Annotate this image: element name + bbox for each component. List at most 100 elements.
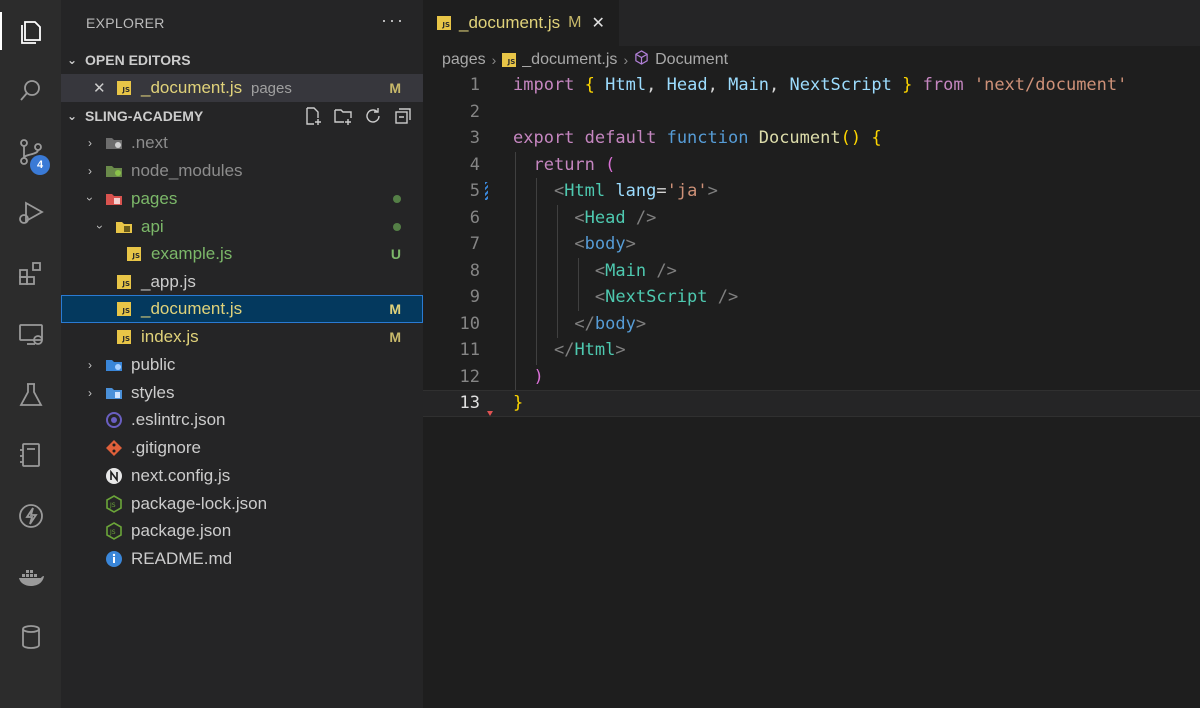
line-number: 2 bbox=[469, 101, 480, 122]
tree-file-app[interactable]: JS _app.js bbox=[61, 268, 423, 296]
line-text: <body> bbox=[574, 234, 636, 255]
line-text: <NextScript /> bbox=[594, 287, 739, 308]
tree-file-eslintrc[interactable]: .eslintrc.json bbox=[61, 406, 423, 434]
line-text: <Main /> bbox=[594, 260, 677, 281]
js-file-icon: JS bbox=[115, 328, 133, 346]
open-editors-title: OPEN EDITORS bbox=[85, 52, 191, 68]
new-file-icon[interactable] bbox=[303, 106, 323, 126]
folder-icon bbox=[105, 134, 123, 152]
breadcrumb: pages › JS _document.js › Document bbox=[442, 48, 728, 72]
nodejs-icon: JS bbox=[105, 495, 123, 513]
tree-label: README.md bbox=[131, 549, 233, 568]
tab-bar: JS _document.js M ✕ bbox=[423, 0, 1200, 46]
tree-label: next.config.js bbox=[131, 466, 231, 485]
breadcrumb-file[interactable]: _document.js bbox=[522, 51, 617, 69]
eslint-icon bbox=[105, 411, 123, 429]
tree-label: package.json bbox=[131, 521, 232, 540]
tree-folder-styles[interactable]: › styles bbox=[61, 379, 423, 407]
lightning-icon[interactable] bbox=[0, 491, 61, 541]
source-control-badge: 4 bbox=[30, 155, 50, 175]
js-file-icon: JS bbox=[115, 273, 133, 291]
chevron-right-icon: › bbox=[491, 52, 497, 68]
js-file-icon: JS bbox=[125, 245, 143, 263]
more-actions-icon[interactable]: ··· bbox=[381, 10, 405, 31]
new-folder-icon[interactable] bbox=[333, 106, 353, 126]
open-editor-folder: pages bbox=[251, 79, 292, 97]
tree-folder-node-modules[interactable]: › node_modules bbox=[61, 157, 423, 185]
tree-file-gitignore[interactable]: .gitignore bbox=[61, 434, 423, 462]
line-text: </Html> bbox=[553, 340, 626, 361]
chevron-right-icon: › bbox=[88, 164, 92, 178]
js-file-icon: JS bbox=[115, 79, 133, 97]
code-line: 12 ) bbox=[423, 364, 1200, 391]
code-line: 3 export default function Document() { bbox=[423, 125, 1200, 152]
modified-indicator: M bbox=[568, 14, 582, 31]
changes-dot bbox=[393, 195, 401, 203]
search-icon[interactable] bbox=[0, 66, 61, 116]
tree-folder-pages[interactable]: › pages bbox=[61, 185, 423, 213]
nextjs-icon bbox=[105, 467, 123, 485]
chevron-down-icon: › bbox=[83, 197, 97, 201]
open-editor-filename: _document.js bbox=[141, 78, 243, 97]
tree-label: node_modules bbox=[131, 161, 243, 180]
tree-folder-api[interactable]: › api bbox=[61, 213, 423, 241]
code-line: 6 <Head /> bbox=[423, 205, 1200, 232]
code-line: 10 </body> bbox=[423, 311, 1200, 338]
open-editors-section[interactable]: ⌄ OPEN EDITORS bbox=[61, 46, 423, 74]
tree-label: _document.js bbox=[141, 299, 243, 318]
tab-document[interactable]: JS _document.js M ✕ bbox=[423, 0, 619, 46]
extensions-icon[interactable] bbox=[0, 248, 61, 298]
modified-badge: M bbox=[389, 329, 401, 345]
notebook-icon[interactable] bbox=[0, 430, 61, 480]
line-number: 12 bbox=[459, 366, 480, 387]
close-icon[interactable]: ✕ bbox=[93, 79, 106, 97]
nodejs-icon: JS bbox=[105, 522, 123, 540]
refresh-icon[interactable] bbox=[363, 106, 383, 126]
close-icon[interactable]: ✕ bbox=[591, 13, 604, 33]
open-editor-item[interactable]: ✕ JS _document.js pages M bbox=[61, 74, 423, 102]
modified-badge: M bbox=[389, 301, 401, 317]
deleted-lines-marker bbox=[487, 411, 493, 416]
tree-label: pages bbox=[131, 189, 178, 208]
chevron-down-icon: ⌄ bbox=[67, 53, 78, 67]
changes-dot bbox=[393, 223, 401, 231]
tab-label: _document.js bbox=[459, 13, 561, 32]
breadcrumb-folder[interactable]: pages bbox=[442, 51, 486, 69]
tree-file-index[interactable]: JS index.js M bbox=[61, 323, 423, 351]
tree-label: public bbox=[131, 355, 176, 374]
line-text: </body> bbox=[574, 313, 647, 334]
collapse-all-icon[interactable] bbox=[393, 106, 413, 126]
tree-file-package-lock[interactable]: JS package-lock.json bbox=[61, 490, 423, 518]
code-line: 7 <body> bbox=[423, 231, 1200, 258]
line-number: 9 bbox=[469, 287, 480, 308]
line-number: 10 bbox=[459, 313, 480, 334]
editor-area: JS _document.js M ✕ pages › JS _document… bbox=[423, 0, 1200, 708]
line-number: 7 bbox=[469, 234, 480, 255]
tree-file-document[interactable]: JS _document.js M bbox=[61, 295, 423, 323]
project-section[interactable]: ⌄ SLING-ACADEMY bbox=[61, 102, 423, 130]
source-control-icon[interactable]: 4 bbox=[0, 127, 61, 177]
line-number: 3 bbox=[469, 128, 480, 149]
info-icon bbox=[105, 550, 123, 568]
run-debug-icon[interactable] bbox=[0, 187, 61, 237]
tree-label: package-lock.json bbox=[131, 494, 268, 513]
tree-file-readme[interactable]: README.md bbox=[61, 545, 423, 573]
chevron-down-icon: ⌄ bbox=[67, 109, 78, 123]
database-icon[interactable] bbox=[0, 612, 61, 662]
folder-icon bbox=[105, 162, 123, 180]
tree-file-next-config[interactable]: next.config.js bbox=[61, 462, 423, 490]
tree-file-example[interactable]: JS example.js U bbox=[61, 240, 423, 268]
js-file-icon: JS bbox=[115, 300, 133, 318]
tree-label: .eslintrc.json bbox=[131, 410, 226, 429]
code-line: 1 import { Html, Head, Main, NextScript … bbox=[423, 72, 1200, 99]
docker-icon[interactable] bbox=[0, 552, 61, 602]
tree-folder-public[interactable]: › public bbox=[61, 351, 423, 379]
breadcrumb-symbol[interactable]: Document bbox=[655, 51, 728, 69]
folder-icon bbox=[105, 384, 123, 402]
testing-icon[interactable] bbox=[0, 370, 61, 420]
symbol-icon bbox=[634, 50, 649, 70]
tree-folder-next[interactable]: › .next bbox=[61, 129, 423, 157]
files-icon[interactable] bbox=[0, 6, 61, 56]
remote-explorer-icon[interactable] bbox=[0, 309, 61, 359]
tree-file-package[interactable]: JS package.json bbox=[61, 517, 423, 545]
